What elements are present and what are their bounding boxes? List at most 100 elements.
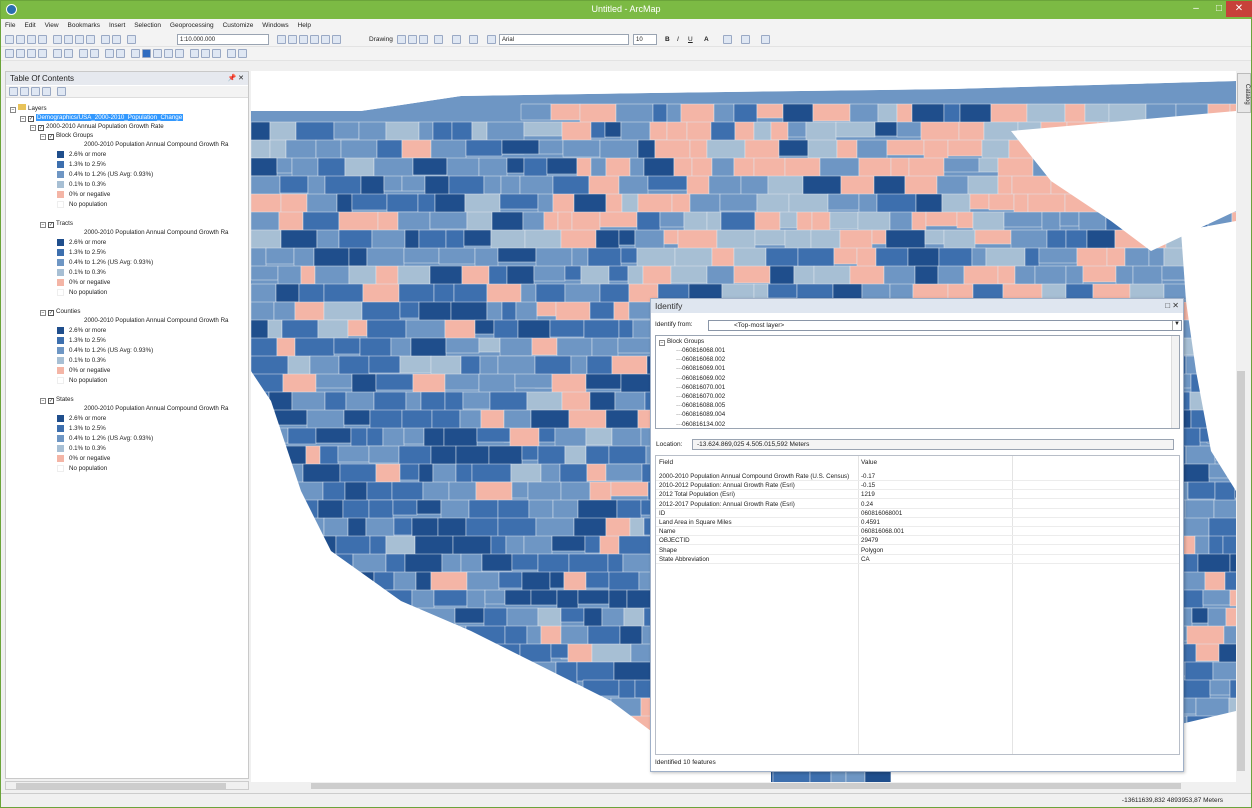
menu-customize[interactable]: Customize — [219, 19, 257, 29]
map-region[interactable] — [390, 337, 412, 359]
attribute-row[interactable]: OBJECTID 29479 — [656, 536, 1179, 546]
fixed-zoom-out-icon[interactable] — [64, 49, 73, 58]
collapse-icon[interactable]: − — [40, 398, 46, 404]
legend-swatch[interactable] — [57, 337, 64, 344]
print-icon[interactable] — [38, 35, 47, 44]
map-region[interactable] — [1076, 247, 1108, 268]
tree-item[interactable]: ···060816069.001 — [676, 364, 725, 373]
map-region[interactable] — [576, 661, 615, 682]
map-region[interactable] — [562, 139, 601, 158]
list-by-source-icon[interactable] — [20, 87, 29, 96]
curved-text-icon[interactable] — [469, 35, 478, 44]
save-icon[interactable] — [27, 35, 36, 44]
identify-close-icon[interactable]: □ ✕ — [1165, 301, 1179, 310]
map-region[interactable] — [756, 103, 784, 119]
map-region[interactable] — [438, 247, 476, 265]
menu-windows[interactable]: Windows — [258, 19, 291, 29]
collapse-icon[interactable]: − — [30, 125, 36, 131]
map-region[interactable] — [604, 121, 622, 138]
map-region[interactable] — [441, 553, 462, 573]
map-region[interactable] — [886, 139, 925, 156]
map-region[interactable] — [549, 319, 585, 338]
menu-view[interactable]: View — [41, 19, 62, 29]
map-region[interactable] — [538, 427, 556, 443]
map-region[interactable] — [618, 229, 636, 246]
menu-help[interactable]: Help — [294, 19, 314, 29]
map-region[interactable] — [997, 265, 1016, 285]
copy-icon[interactable] — [64, 35, 73, 44]
map-region[interactable] — [333, 121, 360, 140]
attribute-row[interactable]: Land Area in Square Miles 0.4591 — [656, 518, 1179, 527]
map-region[interactable] — [613, 661, 654, 683]
fixed-zoom-in-icon[interactable] — [53, 49, 62, 58]
select-elements-pointer-icon[interactable] — [131, 49, 140, 58]
legend-swatch[interactable] — [57, 425, 64, 432]
map-region[interactable] — [401, 175, 426, 192]
bold-button[interactable]: B — [665, 36, 670, 43]
map-region[interactable] — [754, 229, 786, 246]
collapse-icon[interactable]: − — [20, 116, 26, 122]
list-by-visibility-icon[interactable] — [31, 87, 40, 96]
tree-item[interactable]: ···060816070.001 — [676, 383, 725, 392]
new-document-icon[interactable] — [5, 35, 14, 44]
toc-horizontal-scrollbar[interactable] — [5, 781, 249, 790]
map-region[interactable] — [947, 139, 983, 157]
map-region[interactable] — [608, 265, 629, 282]
map-region[interactable] — [620, 247, 638, 264]
map-region[interactable] — [455, 445, 490, 467]
sublayer-visibility-checkbox[interactable]: ✓ — [48, 222, 54, 228]
map-region[interactable] — [839, 229, 873, 251]
map-region[interactable] — [375, 373, 414, 391]
map-region[interactable] — [251, 265, 279, 281]
toc-group[interactable]: − ✓ 2000-2010 Annual Population Growth Rat… — [30, 122, 164, 131]
legend-swatch[interactable] — [57, 347, 64, 354]
map-region[interactable] — [969, 193, 990, 210]
toc-sublayer-counties[interactable]: − ✓ Counties — [40, 307, 80, 316]
minimize-button[interactable]: – — [1184, 1, 1208, 17]
map-region[interactable] — [925, 211, 958, 227]
legend-swatch[interactable] — [57, 269, 64, 276]
map-region[interactable] — [858, 157, 892, 179]
map-region[interactable] — [294, 301, 325, 322]
map-region[interactable] — [403, 247, 440, 264]
map-region[interactable] — [670, 265, 708, 284]
map-region[interactable] — [265, 247, 295, 265]
map-region[interactable] — [538, 139, 564, 155]
map-region[interactable] — [460, 553, 483, 573]
catalog-window-icon[interactable] — [299, 35, 308, 44]
map-region[interactable] — [779, 211, 798, 229]
map-region[interactable] — [520, 103, 552, 121]
map-region[interactable] — [279, 175, 309, 194]
map-region[interactable] — [275, 283, 300, 303]
tree-item[interactable]: ···060816134.002 — [676, 420, 725, 428]
map-region[interactable] — [812, 103, 851, 122]
map-region[interactable] — [368, 445, 400, 464]
identify-icon[interactable] — [142, 49, 151, 58]
font-color-button[interactable]: A — [704, 36, 709, 43]
map-region[interactable] — [459, 409, 482, 430]
map-region[interactable] — [1038, 247, 1078, 264]
legend-swatch[interactable] — [57, 377, 64, 384]
map-region[interactable] — [506, 157, 525, 174]
map-region[interactable] — [294, 337, 335, 359]
toc-layer[interactable]: − ✓ Demographics/USA_2000-2010_Population_… — [20, 113, 184, 122]
map-region[interactable] — [315, 427, 352, 444]
map-region[interactable] — [323, 301, 363, 321]
legend-swatch[interactable] — [57, 435, 64, 442]
legend-swatch[interactable] — [57, 289, 64, 296]
hyperlink-icon[interactable] — [153, 49, 162, 58]
map-region[interactable] — [463, 229, 492, 247]
map-region[interactable] — [914, 265, 939, 287]
menu-edit[interactable]: Edit — [20, 19, 38, 29]
field-column-header[interactable]: Field — [659, 459, 673, 466]
map-region[interactable] — [778, 139, 809, 157]
map-region[interactable] — [877, 103, 898, 123]
map-region[interactable] — [251, 139, 271, 159]
map-region[interactable] — [431, 409, 461, 431]
map-region[interactable] — [478, 337, 501, 353]
legend-swatch[interactable] — [57, 171, 64, 178]
tree-vertical-scrollbar[interactable] — [1171, 336, 1179, 428]
zoom-whole-page-icon[interactable] — [419, 35, 428, 44]
delete-icon[interactable] — [86, 35, 95, 44]
editor-toolbar-icon[interactable] — [277, 35, 286, 44]
